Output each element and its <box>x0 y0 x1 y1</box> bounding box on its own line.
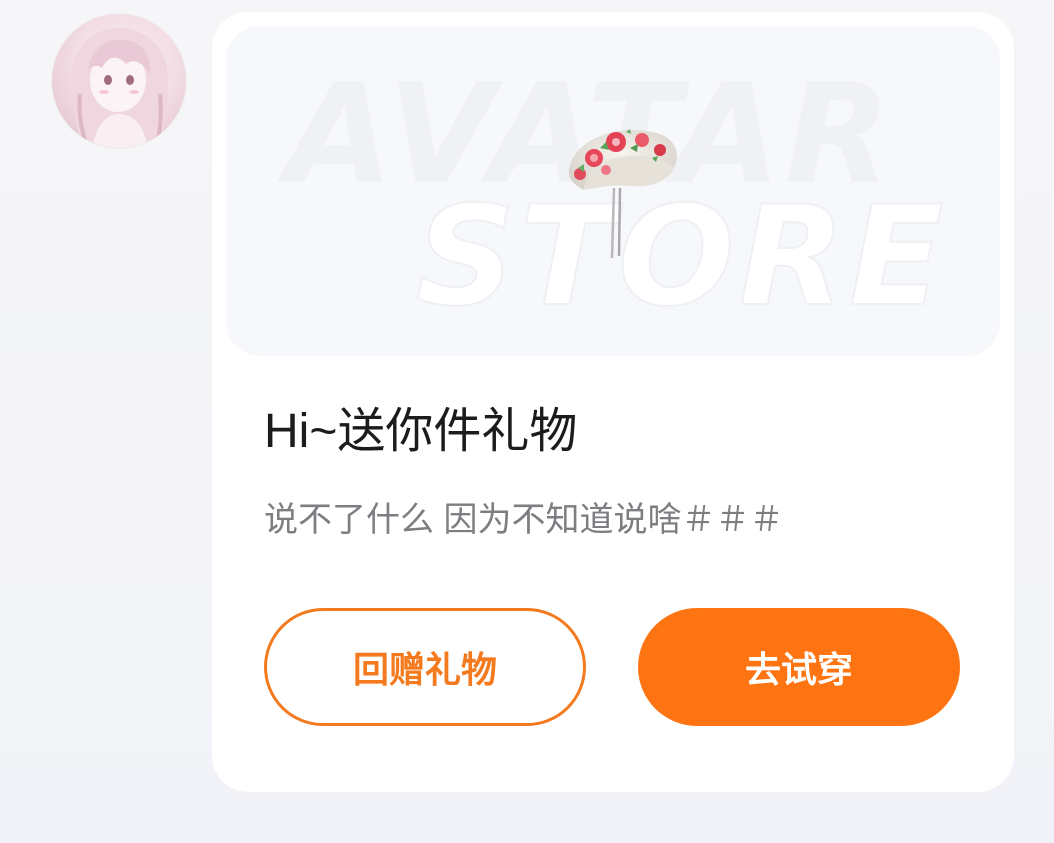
try-on-button[interactable]: 去试穿 <box>638 608 960 726</box>
sender-avatar[interactable] <box>52 14 186 148</box>
return-gift-button[interactable]: 回赠礼物 <box>264 608 586 726</box>
chat-page: AVATAR STORE Hi~送你件礼物 说不了什么 因为不知道说啥＃＃＃ 回… <box>0 0 1054 843</box>
gift-message-card: AVATAR STORE Hi~送你件礼物 说不了什么 因为不知道说啥＃＃＃ 回… <box>212 12 1014 792</box>
gift-banner: AVATAR STORE <box>226 26 1000 356</box>
floral-hair-clip-icon[interactable] <box>556 118 696 268</box>
anime-girl-avatar-icon <box>71 27 169 148</box>
gift-title: Hi~送你件礼物 <box>264 405 578 458</box>
gift-message: 说不了什么 因为不知道说啥＃＃＃ <box>264 501 784 539</box>
